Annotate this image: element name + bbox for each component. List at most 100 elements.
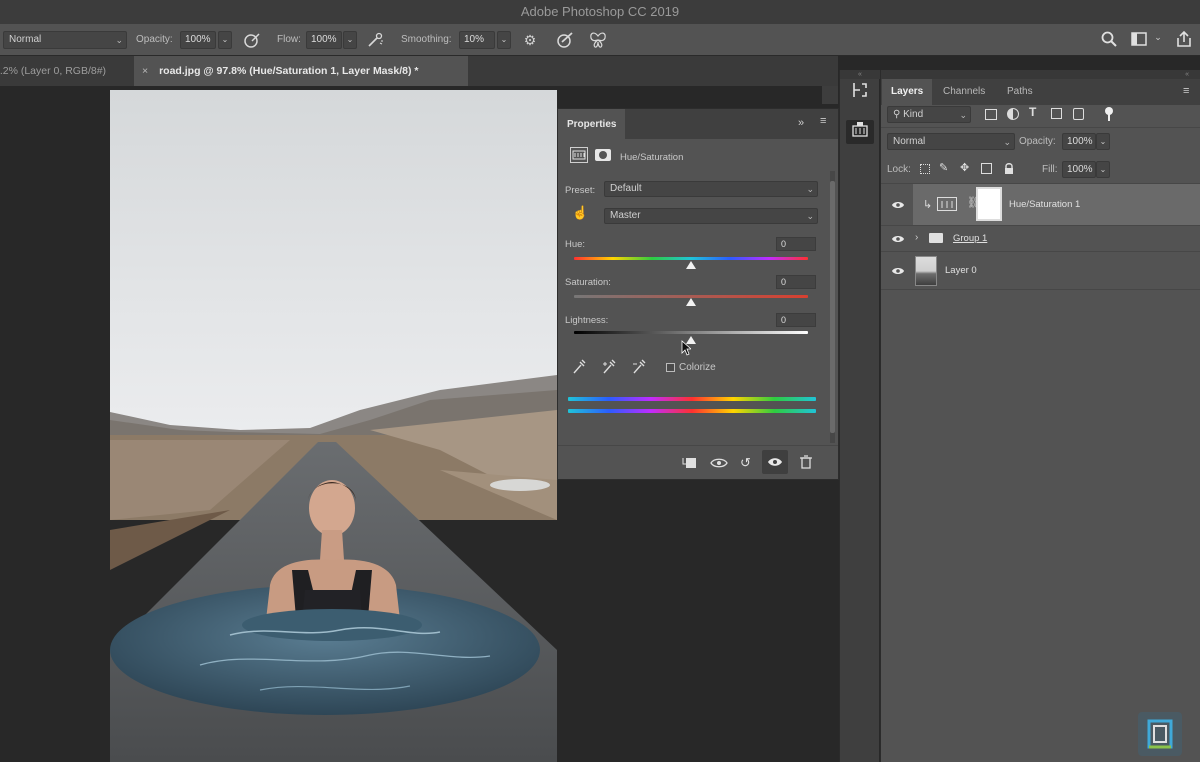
chevron-down-icon[interactable]: ⌄ bbox=[1153, 32, 1163, 43]
filter-adjustment-icon[interactable] bbox=[1007, 108, 1019, 120]
gear-icon[interactable]: ⚙ bbox=[521, 31, 539, 49]
channel-select[interactable]: Master ⌄ bbox=[604, 208, 818, 224]
filter-smart-object-icon[interactable] bbox=[1073, 108, 1084, 120]
document-tabs: 5.2% (Layer 0, RGB/8#) × road.jpg @ 97.8… bbox=[0, 56, 838, 86]
layer-mask-thumbnail[interactable] bbox=[976, 187, 1002, 221]
document-canvas[interactable] bbox=[110, 90, 557, 762]
panel-menu-icon[interactable]: ≡ bbox=[1183, 85, 1189, 97]
properties-footer: ↺ bbox=[558, 445, 838, 479]
panel-dock-strip: « bbox=[839, 70, 880, 762]
flow-label: Flow: bbox=[277, 34, 301, 45]
layer-mask-icon[interactable] bbox=[595, 149, 611, 161]
share-icon[interactable] bbox=[1174, 30, 1194, 51]
flow-input[interactable]: 100% bbox=[306, 31, 342, 49]
toggle-visibility-button[interactable] bbox=[762, 450, 788, 474]
chevron-down-icon: ⌄ bbox=[959, 110, 967, 120]
tab-label: road.jpg @ 97.8% (Hue/Saturation 1, Laye… bbox=[159, 65, 419, 77]
visibility-eye-icon[interactable] bbox=[891, 266, 905, 276]
layer-opacity-input[interactable]: 100% bbox=[1062, 133, 1096, 150]
eyedropper-plus-icon[interactable] bbox=[602, 359, 618, 377]
visibility-eye-icon[interactable] bbox=[891, 200, 905, 210]
search-icon[interactable] bbox=[1100, 31, 1118, 50]
fill-dropdown[interactable]: ⌄ bbox=[1096, 161, 1110, 178]
layer-name[interactable]: Layer 0 bbox=[945, 265, 977, 276]
layer-blend-select[interactable]: Normal ⌄ bbox=[887, 133, 1015, 150]
pressure-size-icon[interactable] bbox=[555, 32, 575, 51]
lock-all-icon[interactable] bbox=[1004, 163, 1014, 174]
tab-road-doc[interactable]: × road.jpg @ 97.8% (Hue/Saturation 1, La… bbox=[134, 56, 468, 86]
adjustment-layer-icon[interactable] bbox=[570, 147, 588, 163]
trash-icon[interactable] bbox=[800, 455, 814, 471]
lightness-slider-track[interactable] bbox=[574, 331, 808, 334]
lightness-input[interactable]: 0 bbox=[776, 313, 816, 327]
opacity-dropdown[interactable]: ⌄ bbox=[218, 31, 232, 49]
layer-row-layer-0[interactable]: Layer 0 bbox=[881, 252, 1200, 290]
input-color-bar bbox=[568, 397, 816, 401]
layers-tab-row: Layers Channels Paths ≡ bbox=[881, 79, 1200, 105]
workspace-layout-icon[interactable] bbox=[1130, 32, 1148, 49]
opacity-input[interactable]: 100% bbox=[180, 31, 216, 49]
collapse-dock-icon[interactable]: « bbox=[840, 70, 880, 79]
layer-name[interactable]: Group 1 bbox=[953, 233, 987, 244]
tab-layer0-doc[interactable]: 5.2% (Layer 0, RGB/8#) bbox=[0, 56, 134, 86]
clip-to-layer-icon[interactable] bbox=[682, 456, 698, 470]
blend-mode-select[interactable]: Normal ⌄ bbox=[3, 31, 127, 49]
chevron-right-icon[interactable]: › bbox=[915, 232, 918, 243]
scroll-corner bbox=[822, 86, 838, 104]
channel-value: Master bbox=[610, 210, 641, 221]
channel-logo-watermark bbox=[1138, 712, 1182, 756]
collapse-panel-icon[interactable]: « bbox=[881, 70, 1200, 79]
reset-icon[interactable]: ↺ bbox=[740, 455, 756, 471]
filter-pixel-icon[interactable] bbox=[985, 109, 997, 120]
properties-dock-icon[interactable] bbox=[846, 120, 874, 144]
filter-type-icon[interactable]: T bbox=[1029, 105, 1036, 119]
hue-slider-track[interactable] bbox=[574, 257, 808, 260]
blend-mode-value: Normal bbox=[9, 34, 42, 45]
filter-kind-select[interactable]: ⚲ Kind ⌄ bbox=[887, 106, 971, 123]
lightness-label: Lightness: bbox=[565, 315, 609, 326]
view-previous-state-icon[interactable] bbox=[710, 456, 728, 470]
colorize-checkbox[interactable] bbox=[666, 363, 675, 372]
saturation-input[interactable]: 0 bbox=[776, 275, 816, 289]
layer-row-hue-saturation[interactable]: ↳ ⛓ Hue/Saturation 1 bbox=[881, 184, 1200, 226]
lock-position-icon[interactable]: ✥ bbox=[960, 161, 969, 174]
layer-thumbnail[interactable] bbox=[915, 256, 937, 286]
filter-shape-icon[interactable] bbox=[1051, 108, 1062, 119]
lock-transparent-icon[interactable] bbox=[920, 164, 930, 174]
artboard-lock-icon[interactable] bbox=[981, 163, 992, 174]
smoothing-input[interactable]: 10% bbox=[459, 31, 495, 49]
close-icon[interactable]: × bbox=[142, 65, 148, 77]
expand-icon[interactable]: » bbox=[798, 117, 804, 129]
saturation-slider-thumb[interactable] bbox=[686, 298, 696, 306]
eyedropper-icon[interactable] bbox=[572, 359, 588, 377]
layer-name[interactable]: Hue/Saturation 1 bbox=[1009, 199, 1080, 210]
layer-opacity-dropdown[interactable]: ⌄ bbox=[1096, 133, 1110, 150]
symmetry-butterfly-icon[interactable] bbox=[588, 31, 608, 52]
history-icon[interactable] bbox=[846, 80, 874, 104]
hue-saturation-adjustment-icon bbox=[937, 197, 957, 211]
smoothing-dropdown[interactable]: ⌄ bbox=[497, 31, 511, 49]
visibility-eye-icon[interactable] bbox=[891, 234, 905, 244]
output-color-bar bbox=[568, 409, 816, 413]
fill-input[interactable]: 100% bbox=[1062, 161, 1096, 178]
filter-toggle-stem bbox=[1108, 114, 1110, 121]
search-icon: ⚲ bbox=[893, 109, 904, 120]
eyedropper-minus-icon[interactable] bbox=[632, 359, 648, 377]
layer-row-group-1[interactable]: › Group 1 bbox=[881, 226, 1200, 252]
hue-input[interactable]: 0 bbox=[776, 237, 816, 251]
tab-layers[interactable]: Layers bbox=[882, 79, 933, 105]
pressure-opacity-icon[interactable] bbox=[242, 32, 262, 51]
tab-paths[interactable]: Paths bbox=[998, 79, 1042, 105]
colorize-label: Colorize bbox=[679, 362, 716, 373]
targeted-adjustment-hand-icon[interactable]: ☝ bbox=[572, 205, 588, 221]
properties-scrollbar[interactable] bbox=[830, 171, 835, 443]
panel-menu-icon[interactable]: ≡ bbox=[820, 115, 826, 127]
preset-select[interactable]: Default ⌄ bbox=[604, 181, 818, 197]
hue-slider-thumb[interactable] bbox=[686, 261, 696, 269]
flow-dropdown[interactable]: ⌄ bbox=[343, 31, 357, 49]
layer-opacity-label: Opacity: bbox=[1019, 136, 1056, 147]
airbrush-icon[interactable] bbox=[366, 32, 386, 51]
tab-channels[interactable]: Channels bbox=[934, 79, 994, 105]
lock-image-brush-icon[interactable]: ✎ bbox=[939, 161, 948, 174]
options-bar: Normal ⌄ Opacity: 100% ⌄ Flow: 100% ⌄ Sm… bbox=[0, 24, 1200, 56]
